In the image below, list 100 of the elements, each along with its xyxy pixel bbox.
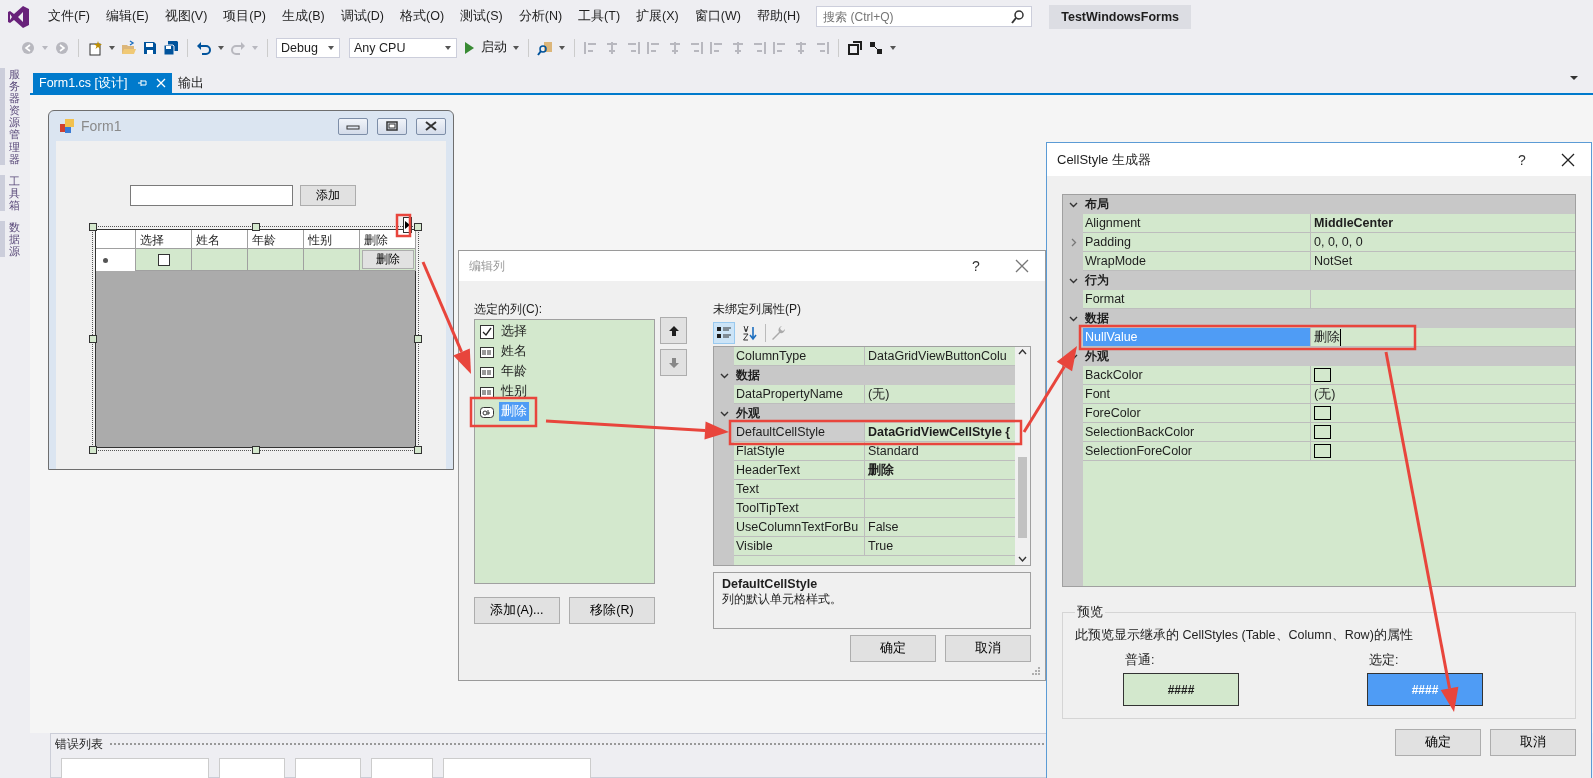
column-header[interactable]: 选择 [136, 230, 192, 249]
property-value[interactable]: (无) [1314, 385, 1336, 403]
property-name[interactable]: Alignment [1083, 214, 1311, 233]
property-name[interactable]: ToolTipText [734, 499, 865, 518]
menu-item[interactable]: 项目(P) [215, 8, 274, 25]
table-cell[interactable] [136, 249, 192, 271]
resize-handle[interactable] [89, 223, 97, 231]
dropdown-caret-icon[interactable] [889, 43, 897, 52]
menu-item[interactable]: 帮助(H) [748, 8, 809, 25]
configuration-dropdown[interactable]: Debug [276, 37, 340, 58]
dropdown-caret-icon[interactable] [444, 43, 452, 52]
category-label[interactable]: 行为 [1083, 271, 1575, 290]
property-value[interactable]: NotSet [1314, 254, 1353, 268]
scroll-down-icon[interactable] [1017, 554, 1028, 565]
save-icon[interactable] [142, 39, 158, 56]
property-name[interactable]: FlatStyle [734, 442, 865, 461]
resize-grip-icon[interactable] [1031, 666, 1041, 676]
help-button[interactable]: ? [953, 251, 999, 281]
close-icon[interactable] [155, 78, 166, 88]
move-down-button[interactable] [660, 349, 687, 376]
resize-handle[interactable] [414, 334, 422, 343]
categorized-view-button[interactable] [713, 321, 735, 344]
start-button[interactable]: 启动 [462, 39, 507, 56]
resize-handle[interactable] [414, 223, 422, 231]
pin-icon[interactable] [135, 77, 148, 89]
smart-tag-button[interactable] [403, 217, 412, 233]
property-value[interactable]: DataGridViewButtonColu [868, 349, 1007, 363]
property-name[interactable]: Visible [734, 537, 865, 556]
resize-handle[interactable] [251, 223, 260, 231]
data-grid[interactable]: 选择 姓名 年龄 性别 删除 删除 [95, 229, 416, 448]
delete-button[interactable]: 删除 [361, 250, 414, 269]
ok-button[interactable]: 确定 [1395, 729, 1481, 756]
search-field[interactable] [443, 758, 591, 778]
platform-dropdown[interactable]: Any CPU [349, 37, 457, 58]
dropdown-caret-icon[interactable] [327, 43, 335, 52]
side-tab[interactable]: 数据源 [0, 221, 20, 258]
list-item[interactable]: 选择 [499, 322, 529, 341]
row-header[interactable] [96, 249, 136, 271]
add-button[interactable]: 添加 [300, 185, 356, 206]
category-label[interactable]: 数据 [1083, 309, 1575, 328]
ok-button[interactable]: 确定 [850, 635, 936, 662]
save-all-icon[interactable] [163, 39, 179, 56]
scrollbar-thumb[interactable] [1018, 457, 1027, 538]
column-header[interactable]: 删除 [360, 230, 416, 249]
chevron-icon[interactable] [719, 409, 729, 418]
find-icon[interactable] [537, 39, 553, 56]
property-value[interactable]: 0, 0, 0, 0 [1314, 235, 1363, 249]
new-project-icon[interactable] [87, 39, 103, 56]
property-value[interactable]: DataGridViewCellStyle { [868, 425, 1011, 439]
menu-item[interactable]: 格式(O) [392, 8, 453, 25]
property-grid[interactable]: ColumnType DataGridViewButtonColu 数据 DataPropertyName (无) 外观 DefaultCellStyle DataGridViewCellStyle { FlatStyle Standard HeaderText 删除 Text ToolTipText UseColumnTextForBu False Visible True [713, 346, 1031, 566]
property-name[interactable]: ForeColor [1083, 404, 1311, 423]
resize-handle[interactable] [89, 446, 97, 454]
minimize-button[interactable] [338, 117, 368, 135]
menu-item[interactable]: 编辑(E) [97, 8, 157, 25]
column-header[interactable]: 年龄 [248, 230, 304, 249]
list-item[interactable]: 年龄 [499, 362, 529, 381]
category-label[interactable]: 外观 [1083, 347, 1575, 366]
close-button[interactable] [416, 117, 446, 135]
table-cell[interactable] [304, 249, 360, 271]
open-folder-icon[interactable] [121, 39, 137, 56]
side-tab[interactable]: 工具箱 [0, 174, 20, 212]
menu-item[interactable]: 工具(T) [570, 8, 629, 25]
list-item[interactable]: 姓名 [499, 342, 529, 361]
property-name[interactable]: SelectionBackColor [1083, 423, 1311, 442]
column-list[interactable]: 选择 姓名 年龄 性别 删除 [474, 319, 655, 584]
property-value[interactable]: 删除 [1314, 328, 1341, 346]
list-item[interactable]: 性别 [499, 382, 529, 401]
property-grid[interactable]: 布局 Alignment MiddleCenter Padding 0, 0, 0, 0 WrapMode NotSet 行为 Format 数据 NullValue 删除 外观 BackColor Font (无) ForeColor SelectionBackColor SelectionForeColor [1062, 194, 1576, 587]
menu-item[interactable]: 扩展(X) [628, 8, 687, 25]
property-name[interactable]: Text [734, 480, 865, 499]
logo-icon[interactable] [6, 3, 32, 30]
input-field[interactable] [130, 185, 293, 206]
checkbox[interactable] [157, 253, 170, 266]
category-label[interactable]: 数据 [734, 366, 1015, 385]
cancel-button[interactable]: 取消 [945, 635, 1031, 662]
move-up-button[interactable] [660, 317, 687, 344]
help-button[interactable]: ? [1499, 143, 1545, 176]
dropdown-caret-icon[interactable] [108, 43, 116, 52]
add-button[interactable]: 添加(A)... [474, 597, 560, 624]
color-swatch[interactable] [1314, 368, 1331, 382]
search-field[interactable]: 搜索 (Ctrl+Q) [816, 6, 1033, 27]
tab-order-icon[interactable] [868, 39, 884, 56]
column-header[interactable]: 性别 [304, 230, 360, 249]
property-value[interactable]: (无) [868, 385, 890, 403]
dropdown-caret-icon[interactable] [217, 43, 225, 52]
menu-item[interactable]: 生成(B) [274, 8, 333, 25]
table-cell[interactable] [248, 249, 304, 271]
menu-item[interactable]: 测试(S) [452, 8, 511, 25]
menu-item[interactable]: 窗口(W) [686, 8, 749, 25]
property-value[interactable]: False [868, 520, 899, 534]
dropdown-caret-icon[interactable] [512, 43, 520, 52]
color-swatch[interactable] [1314, 444, 1331, 458]
document-tab[interactable]: Form1.cs [设计] [33, 73, 172, 93]
document-tab[interactable]: 输出 [171, 73, 210, 93]
property-name[interactable]: BackColor [1083, 366, 1311, 385]
color-swatch[interactable] [1314, 425, 1331, 439]
property-value[interactable]: True [868, 539, 894, 553]
property-value[interactable]: MiddleCenter [1314, 216, 1394, 230]
chevron-icon[interactable] [1068, 314, 1078, 323]
